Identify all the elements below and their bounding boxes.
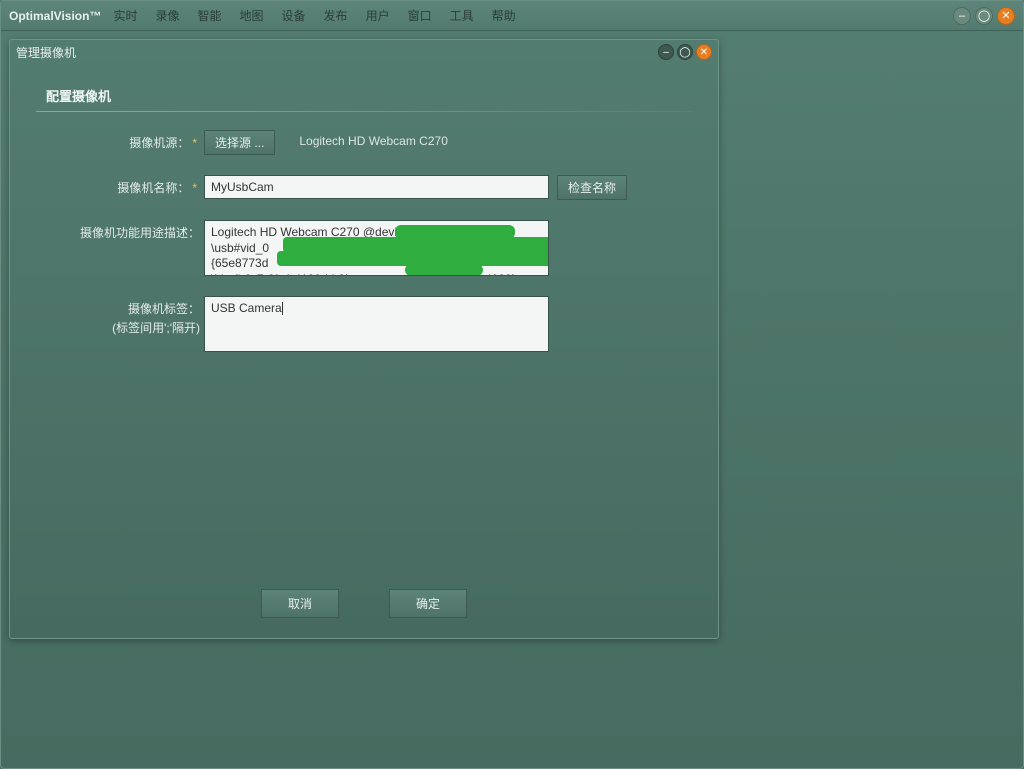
select-source-button[interactable]: 选择源 ... (204, 130, 275, 155)
dialog-close-icon[interactable]: ✕ (696, 44, 712, 60)
cancel-button[interactable]: 取消 (261, 589, 339, 618)
dialog-maximize-icon[interactable]: ◯ (677, 44, 693, 60)
row-source: 摄像机源：* 选择源 ... Logitech HD Webcam C270 (36, 130, 692, 155)
main-window: OptimalVision™ 实时 录像 智能 地图 设备 发布 用户 窗口 工… (0, 0, 1024, 769)
label-tags: 摄像机标签： (标签间用';'隔开) (36, 296, 204, 338)
menu-publish[interactable]: 发布 (324, 7, 348, 24)
menu-window[interactable]: 窗口 (408, 7, 432, 24)
menu-record[interactable]: 录像 (155, 7, 179, 24)
menu-realtime[interactable]: 实时 (113, 7, 137, 24)
source-name-text: Logitech HD Webcam C270 (299, 130, 448, 148)
menu-help[interactable]: 帮助 (492, 7, 516, 24)
maximize-icon[interactable]: ◯ (975, 7, 993, 25)
label-name: 摄像机名称：* (36, 175, 204, 198)
ok-button[interactable]: 确定 (389, 589, 467, 618)
check-name-button[interactable]: 检查名称 (557, 175, 627, 200)
dialog-footer: 取消 确定 (10, 589, 718, 618)
camera-tags-input[interactable]: USB Camera (204, 296, 549, 352)
dialog-titlebar[interactable]: 管理摄像机 – ◯ ✕ (10, 40, 718, 64)
app-title: OptimalVision™ (9, 9, 101, 23)
minimize-icon[interactable]: – (953, 7, 971, 25)
main-menu: 实时 录像 智能 地图 设备 发布 用户 窗口 工具 帮助 (113, 7, 953, 24)
content-area: 管理摄像机 – ◯ ✕ 配置摄像机 摄像机源：* 选择源 . (1, 31, 1023, 768)
section-title: 配置摄像机 (46, 86, 692, 105)
menu-map[interactable]: 地图 (240, 7, 264, 24)
menu-intelligence[interactable]: 智能 (198, 7, 222, 24)
dialog-title: 管理摄像机 (16, 44, 76, 61)
dialog-body: 配置摄像机 摄像机源：* 选择源 ... Logitech HD Webcam … (10, 64, 718, 638)
row-description: 摄像机功能用途描述： Logitech HD Webcam C270 @devi… (36, 220, 692, 276)
manage-camera-dialog: 管理摄像机 – ◯ ✕ 配置摄像机 摄像机源：* 选择源 . (9, 39, 719, 639)
menu-user[interactable]: 用户 (366, 7, 390, 24)
menu-tools[interactable]: 工具 (450, 7, 474, 24)
redaction-block (405, 264, 483, 276)
row-tags: 摄像机标签： (标签间用';'隔开) USB Camera (36, 296, 692, 352)
row-name: 摄像机名称：* 检查名称 (36, 175, 692, 200)
dialog-window-controls: – ◯ ✕ (658, 44, 712, 60)
divider (36, 111, 692, 112)
menu-device[interactable]: 设备 (282, 7, 306, 24)
required-mark: * (192, 136, 197, 150)
main-titlebar[interactable]: OptimalVision™ 实时 录像 智能 地图 设备 发布 用户 窗口 工… (1, 1, 1023, 31)
window-controls: – ◯ ✕ (953, 7, 1015, 25)
camera-description-box[interactable]: Logitech HD Webcam C270 @device:pnp:\\? … (204, 220, 549, 276)
close-icon[interactable]: ✕ (997, 7, 1015, 25)
dialog-minimize-icon[interactable]: – (658, 44, 674, 60)
required-mark: * (192, 181, 197, 195)
label-description: 摄像机功能用途描述： (36, 220, 204, 243)
label-source: 摄像机源：* (36, 130, 204, 153)
camera-name-input[interactable] (204, 175, 549, 199)
